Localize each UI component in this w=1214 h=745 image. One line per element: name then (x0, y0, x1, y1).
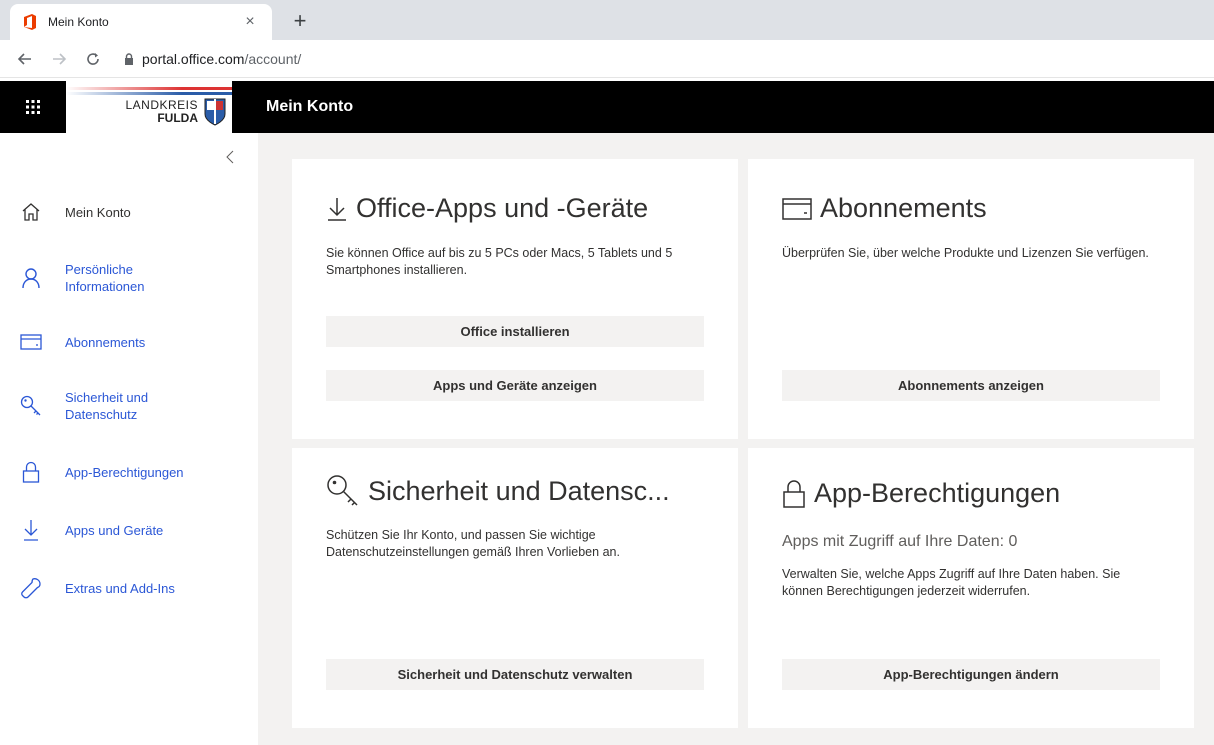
manage-security-privacy-button[interactable]: Sicherheit und Datenschutz verwalten (326, 659, 704, 690)
app-launcher-button[interactable] (0, 81, 66, 133)
logo-text: LANDKREIS FULDA (125, 99, 198, 125)
logo-stripe-blue (66, 92, 232, 95)
sidebar-item-extras-und-add-ins[interactable]: Extras und Add-Ins (0, 577, 258, 599)
sidebar-item-label: App-Berechtigungen (65, 464, 184, 480)
sidebar-nav: Mein Konto Persönliche Informationen Abo… (0, 133, 258, 745)
card-title: App-Berechtigungen (814, 478, 1061, 508)
card-description: Verwalten Sie, welche Apps Zugriff auf I… (782, 567, 1121, 598)
home-icon (18, 199, 44, 225)
tab-close-icon[interactable]: × (240, 13, 260, 31)
browser-tab[interactable]: Mein Konto × (10, 4, 272, 40)
office-install-button[interactable]: Office installieren (326, 316, 704, 347)
sidebar-item-abonnements[interactable]: Abonnements (0, 331, 258, 353)
card-description: Schützen Sie Ihr Konto, und passen Sie w… (326, 528, 620, 559)
key-icon (18, 393, 44, 419)
sidebar-item-label: Persönliche Informationen (65, 262, 145, 294)
apps-access-count: Apps mit Zugriff auf Ihre Daten: 0 (782, 533, 1018, 550)
card-title: Sicherheit und Datensc... (368, 475, 670, 506)
lock-icon (783, 479, 805, 508)
url-path: /account/ (244, 50, 302, 67)
lock-icon (124, 52, 134, 65)
arrow-right-icon (53, 52, 67, 65)
office-favicon-icon (22, 14, 38, 30)
reload-button[interactable] (80, 46, 106, 72)
url-host: portal.office.com (142, 50, 245, 67)
lock-icon (18, 459, 44, 485)
sidebar-item-label: Apps und Geräte (65, 522, 164, 538)
app-header: LANDKREIS FULDA Mein Konto (0, 81, 1214, 133)
sidebar-item-sicherheit-und-datenschutz[interactable]: Sicherheit und Datenschutz (0, 388, 258, 424)
download-icon (18, 517, 44, 543)
main-content: Office-Apps und -Geräte Sie können Offic… (258, 133, 1214, 745)
card-header: Office-Apps und -Geräte (326, 193, 648, 224)
sidebar-item-label: Sicherheit und Datenschutz (65, 390, 149, 422)
tab-title: Mein Konto (48, 15, 109, 29)
collapse-nav-button[interactable] (220, 147, 240, 167)
sidebar-item-persoenliche-informationen[interactable]: Persönliche Informationen (0, 260, 258, 296)
arrow-left-icon (17, 52, 31, 65)
sidebar-item-label: Abonnements (65, 334, 146, 350)
view-apps-devices-button[interactable]: Apps und Geräte anzeigen (326, 370, 704, 401)
card-icon (782, 197, 812, 220)
change-app-permissions-button[interactable]: App-Berechtigungen ändern (782, 659, 1160, 690)
card-icon (18, 329, 44, 355)
browser-toolbar: portal.office.com/account/ (0, 40, 1214, 78)
new-tab-button[interactable]: + (286, 8, 314, 36)
wrench-icon (18, 575, 44, 601)
card-subscriptions: Abonnements Überprüfen Sie, über welche … (748, 159, 1194, 439)
app-title[interactable]: Mein Konto (266, 98, 353, 116)
logo-stripe-red (66, 87, 232, 90)
card-title: Abonnements (820, 193, 987, 223)
card-header: App-Berechtigungen (782, 478, 1060, 509)
coat-of-arms-icon (204, 98, 226, 126)
download-icon (328, 197, 346, 221)
chevron-left-icon (226, 150, 234, 164)
view-subscriptions-button[interactable]: Abonnements anzeigen (782, 370, 1160, 401)
landkreis-fulda-logo[interactable]: LANDKREIS FULDA (66, 81, 232, 133)
back-button[interactable] (12, 46, 38, 72)
sidebar-item-apps-und-geraete[interactable]: Apps und Geräte (0, 519, 258, 541)
waffle-icon (26, 100, 40, 114)
sidebar-item-label: Mein Konto (65, 204, 131, 220)
logo-line2: FULDA (157, 111, 198, 125)
card-office-apps: Office-Apps und -Geräte Sie können Offic… (292, 159, 738, 439)
forward-button[interactable] (46, 46, 72, 72)
sidebar-item-label: Extras und Add-Ins (65, 580, 175, 596)
browser-tabstrip: Mein Konto × + (0, 0, 1214, 40)
card-description: Sie können Office auf bis zu 5 PCs oder … (326, 246, 673, 277)
card-header: Sicherheit und Datensc... (326, 474, 670, 508)
sidebar-item-app-berechtigungen[interactable]: App-Berechtigungen (0, 461, 258, 483)
person-icon (18, 265, 44, 291)
card-description: Überprüfen Sie, über welche Produkte und… (782, 246, 1149, 260)
card-security: Sicherheit und Datensc... Schützen Sie I… (292, 448, 738, 728)
card-title: Office-Apps und -Geräte (356, 193, 649, 223)
card-header: Abonnements (782, 193, 987, 224)
reload-icon (87, 52, 99, 65)
sidebar-item-mein-konto[interactable]: Mein Konto (0, 201, 258, 223)
card-app-permissions: App-Berechtigungen Apps mit Zugriff auf … (748, 448, 1194, 728)
key-icon (327, 475, 358, 506)
address-bar[interactable]: portal.office.com/account/ (124, 51, 301, 67)
